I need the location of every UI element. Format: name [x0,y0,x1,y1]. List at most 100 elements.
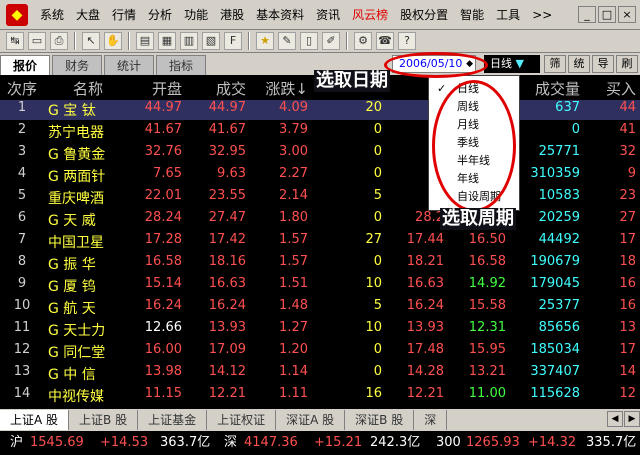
hand-icon[interactable]: ✋ [104,32,122,50]
tab-finance[interactable]: 财务 [52,55,103,75]
notes-icon[interactable]: ✎ [278,32,296,50]
tab-sz-more[interactable]: 深 [414,410,448,430]
edit-icon[interactable]: ✐ [322,32,340,50]
row-open: 16.58 [144,254,182,269]
sh-index-value: 1545.69 [30,435,84,450]
table-row[interactable]: 4 G 两面针 7.65 9.63 2.27 0 9 310359 9 [0,166,640,186]
table-row[interactable]: 10 G 航 天 16.24 16.24 1.48 5 16.24 15.58 … [0,298,640,318]
menu-item-system[interactable]: 系统 [34,6,70,23]
row-last: 41.67 [208,122,246,137]
scroll-left-icon[interactable]: ◀ [607,411,623,427]
column-header-open[interactable]: 开盘 [130,78,182,99]
report-icon[interactable]: ▧ [202,32,220,50]
row-open: 41.67 [144,122,182,137]
menu-item-functions[interactable]: 功能 [178,6,214,23]
toolbar-separator [248,32,250,50]
close-button[interactable]: × [618,6,636,23]
connect-icon[interactable]: ↹ [6,32,24,50]
table-row[interactable]: 13 G 中 信 13.98 14.12 1.14 0 14.28 13.21 … [0,364,640,384]
row-stock-name: G 同仁堂 [48,345,106,361]
sh-index-change: +14.53 [100,435,149,450]
grid-icon[interactable]: ▦ [158,32,176,50]
stats-button[interactable]: 统 [568,55,590,73]
menu-item-tools[interactable]: 工具 [490,6,526,23]
f10-icon[interactable]: F [224,32,242,50]
table-row[interactable]: 2 苏宁电器 41.67 41.67 3.79 0 41 0 41 [0,122,640,142]
tab-indicators[interactable]: 指标 [156,55,207,75]
row-open: 44.97 [144,100,182,115]
sz-index-change: +15.21 [314,435,363,450]
row-low: 11.00 [468,386,506,401]
phone-icon[interactable]: ☎ [376,32,394,50]
open-icon[interactable]: ▭ [28,32,46,50]
tab-sh-warrants[interactable]: 上证权证 [207,410,277,430]
tab-statistics[interactable]: 统计 [104,55,155,75]
menu-item-share-reform[interactable]: 股权分置 [394,6,454,23]
table-row[interactable]: 7 中国卫星 17.28 17.42 1.57 27 17.44 16.50 4… [0,232,640,252]
menu-item-smart[interactable]: 智能 [454,6,490,23]
column-header-rank[interactable]: 次序 [4,78,40,99]
tab-sh-a-shares[interactable]: 上证A 股 [0,410,70,430]
table-icon[interactable]: ▥ [180,32,198,50]
quote-table: 次序 名称 开盘 成交 涨跌↓ 高 成交量 买入 1 G 宝 钛 44.97 4… [0,75,640,409]
page-icon[interactable]: ▯ [300,32,318,50]
row-volume: 0 [571,122,580,137]
cursor-icon[interactable]: ↖ [82,32,100,50]
table-row[interactable]: 11 G 天士力 12.66 13.93 1.27 10 13.93 12.31… [0,320,640,340]
export-button[interactable]: 导 [592,55,614,73]
row-bid: 13 [619,320,636,335]
print-icon[interactable]: ⎙ [50,32,68,50]
row-last: 13.93 [208,320,246,335]
table-row[interactable]: 5 重庆啤酒 22.01 23.55 2.14 5 23 10583 23 [0,188,640,208]
row-high: 16.63 [406,276,444,291]
period-selector[interactable]: 日线 ▼ [484,55,540,73]
table-row[interactable]: 6 G 天 威 28.24 27.47 1.80 0 28.2 20259 27 [0,210,640,230]
hs300-index-change: +14.32 [528,435,577,450]
tab-sz-b-shares[interactable]: 深证B 股 [345,410,415,430]
table-row[interactable]: 12 G 同仁堂 16.00 17.09 1.20 0 17.48 15.95 … [0,342,640,362]
row-open: 16.00 [144,342,182,357]
tab-quotes[interactable]: 报价 [0,55,51,75]
menu-item-ranking[interactable]: 风云榜 [346,6,394,23]
menu-item-more[interactable]: >> [526,8,558,22]
table-row[interactable]: 9 G 厦 钨 15.14 16.63 1.51 10 16.63 14.92 … [0,276,640,296]
chart-icon[interactable]: ▤ [136,32,154,50]
menu-item-quotes[interactable]: 行情 [106,6,142,23]
minimize-button[interactable]: _ [578,6,596,23]
menu-item-news[interactable]: 资讯 [310,6,346,23]
column-header-bid[interactable]: 买入 [592,78,636,99]
row-stock-name: 中国卫星 [48,235,104,251]
tab-sh-b-shares[interactable]: 上证B 股 [69,410,139,430]
menu-item-market[interactable]: 大盘 [70,6,106,23]
column-header-change[interactable]: 涨跌↓ [248,78,308,99]
table-row[interactable]: 14 中视传媒 11.15 12.21 1.11 16 12.21 11.00 … [0,386,640,406]
hs300-index-value: 1265.93 [466,435,520,450]
star-icon[interactable]: ★ [256,32,274,50]
filter-button[interactable]: 筛 [544,55,566,73]
maximize-button[interactable]: □ [598,6,616,23]
annotation-select-date: 选取日期 [314,70,390,92]
menu-item-basic-info[interactable]: 基本资料 [250,6,310,23]
menu-item-analysis[interactable]: 分析 [142,6,178,23]
column-header-volume[interactable]: 成交量 [510,78,580,99]
settings-icon[interactable]: ⚙ [354,32,372,50]
row-last: 23.55 [208,188,246,203]
column-header-name[interactable]: 名称 [48,78,128,99]
market-tab-bar: 上证A 股 上证B 股 上证基金 上证权证 深证A 股 深证B 股 深 ◀ ▶ [0,409,640,431]
tab-sh-funds[interactable]: 上证基金 [138,410,208,430]
index-status-bar: 沪 1545.69 +14.53 363.7亿 深 4147.36 +15.21… [0,431,640,455]
tab-sz-a-shares[interactable]: 深证A 股 [276,410,346,430]
table-row[interactable]: 1 G 宝 钛 44.97 44.97 4.09 20 44 637 44 [0,100,640,120]
row-bid: 41 [619,122,636,137]
scroll-right-icon[interactable]: ▶ [624,411,640,427]
menu-item-hk-stocks[interactable]: 港股 [214,6,250,23]
row-change: 1.51 [279,276,308,291]
row-rank: 12 [13,342,31,357]
refresh-button[interactable]: 刷 [616,55,638,73]
table-row[interactable]: 8 G 振 华 16.58 18.16 1.57 0 18.21 16.58 1… [0,254,640,274]
help-icon[interactable]: ? [398,32,416,50]
row-last: 14.12 [208,364,246,379]
table-row[interactable]: 3 G 鲁黄金 32.76 32.95 3.00 0 32 25771 32 [0,144,640,164]
column-header-last[interactable]: 成交 [188,78,246,99]
annotation-select-period: 选取周期 [440,208,516,230]
